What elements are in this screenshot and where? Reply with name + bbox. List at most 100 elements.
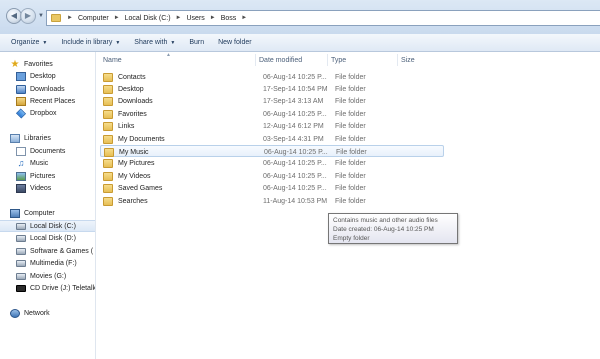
file-name: Downloads — [118, 98, 153, 106]
hard-disk-icon — [16, 259, 26, 267]
file-name: Favorites — [118, 110, 147, 118]
sidebar-item-music[interactable]: ♫ Music — [0, 157, 95, 169]
breadcrumb-item-computer[interactable]: Computer — [75, 15, 112, 22]
file-name-cell[interactable]: My Videos — [100, 170, 256, 182]
include-in-library-button[interactable]: Include in library ▼ — [54, 39, 127, 46]
file-date-modified: 17-Sep-14 3:13 AM — [263, 98, 324, 106]
sidebar-item-label: Local Disk (C:) — [30, 222, 76, 230]
chevron-right-icon[interactable]: ► — [239, 15, 249, 21]
folder-icon — [103, 84, 113, 94]
pictures-icon — [16, 171, 26, 181]
forward-button[interactable]: ▶ — [20, 8, 36, 24]
sidebar-item-movies[interactable]: Movies (G:) — [0, 270, 95, 282]
column-header-type[interactable]: Type — [328, 54, 398, 66]
documents-icon — [16, 146, 26, 156]
sidebar-item-documents[interactable]: Documents — [0, 145, 95, 157]
sidebar-item-pictures[interactable]: Pictures — [0, 170, 95, 182]
file-name: Searches — [118, 197, 148, 205]
tooltip-line-description: Contains music and other audio files — [333, 217, 438, 224]
new-folder-button[interactable]: New folder — [211, 39, 258, 46]
hard-disk-icon — [16, 247, 26, 255]
file-name-cell[interactable]: Desktop — [100, 83, 256, 95]
address-bar-row: ◀ ▶ ▼ ► Computer ► Local Disk (C:) ► Use… — [0, 0, 600, 34]
file-name-cell[interactable]: Contacts — [100, 71, 256, 83]
nav-group-libraries[interactable]: Libraries — [0, 132, 95, 144]
file-name-cell[interactable]: Saved Games — [100, 183, 256, 195]
sidebar-item-local-disk-c[interactable]: Local Disk (C:) — [0, 220, 95, 232]
sidebar-item-downloads[interactable]: Downloads — [0, 83, 95, 95]
chevron-right-icon[interactable]: ► — [112, 15, 122, 21]
chevron-right-icon[interactable]: ► — [65, 15, 75, 21]
sidebar-item-label: Multimedia (F:) — [30, 259, 77, 267]
folder-tooltip: Contains music and other audio files Dat… — [328, 213, 458, 244]
sidebar-item-videos[interactable]: Videos — [0, 182, 95, 194]
file-name: My Videos — [118, 172, 151, 180]
sidebar-item-dropbox[interactable]: Dropbox — [0, 107, 95, 119]
table-row[interactable]: Downloads 17-Sep-14 3:13 AM File folder — [100, 96, 444, 108]
organize-button[interactable]: Organize ▼ — [4, 39, 54, 46]
nav-group-network[interactable]: Network — [0, 307, 95, 319]
sidebar-item-recent-places[interactable]: Recent Places — [0, 95, 95, 107]
library-icon — [10, 133, 20, 143]
sidebar-item-label: Software & Games ( — [30, 247, 94, 255]
table-row[interactable]: Links 12-Aug-14 6:12 PM File folder — [100, 121, 444, 133]
folder-icon — [103, 122, 113, 132]
file-type: File folder — [335, 160, 366, 168]
breadcrumb-item-boss[interactable]: Boss — [218, 15, 240, 22]
nav-group-favorites[interactable]: ★ Favorites — [0, 58, 95, 70]
sidebar-item-multimedia[interactable]: Multimedia (F:) — [0, 257, 95, 269]
file-name: Desktop — [118, 85, 144, 93]
folder-icon — [103, 97, 113, 107]
file-date-modified: 06-Aug-14 10:25 P... — [263, 73, 327, 81]
cd-drive-icon — [16, 284, 26, 292]
file-name-cell[interactable]: My Documents — [100, 133, 256, 145]
file-type: File folder — [335, 172, 366, 180]
sidebar-item-local-disk-d[interactable]: Local Disk (D:) — [0, 232, 95, 244]
folder-icon — [103, 171, 113, 181]
file-name: Saved Games — [118, 185, 163, 193]
back-arrow-icon: ◀ — [10, 11, 18, 20]
file-type: File folder — [335, 123, 366, 131]
navigation-pane: ★ Favorites Desktop Downloads Recent Pla… — [0, 52, 96, 359]
sidebar-item-label: Videos — [30, 184, 52, 192]
chevron-right-icon[interactable]: ► — [208, 15, 218, 21]
table-row[interactable]: Favorites 06-Aug-14 10:25 P... File folder — [100, 108, 444, 120]
table-row[interactable]: Saved Games 06-Aug-14 10:25 P... File fold… — [100, 183, 444, 195]
column-header-date-modified[interactable]: Date modified — [256, 54, 328, 66]
column-header-size[interactable]: Size — [398, 54, 458, 66]
nav-group-computer[interactable]: Computer — [0, 207, 95, 219]
sidebar-item-software-games[interactable]: Software & Games ( — [0, 245, 95, 257]
file-name-cell[interactable]: Links — [100, 121, 256, 133]
chevron-right-icon[interactable]: ► — [174, 15, 184, 21]
folder-icon — [103, 109, 113, 119]
file-name-cell[interactable]: Downloads — [100, 96, 256, 108]
sidebar-item-cd-drive[interactable]: CD Drive (J:) Teletalk — [0, 282, 95, 294]
sidebar-item-label: Documents — [30, 147, 66, 155]
breadcrumb-item-users[interactable]: Users — [184, 15, 208, 22]
breadcrumb[interactable]: ► Computer ► Local Disk (C:) ► Users ► B… — [46, 10, 600, 26]
file-name-cell[interactable]: My Pictures — [100, 158, 256, 170]
file-type: File folder — [336, 148, 367, 156]
share-with-button[interactable]: Share with ▼ — [127, 39, 182, 46]
burn-button[interactable]: Burn — [182, 39, 211, 46]
share-with-label: Share with — [134, 39, 168, 46]
nav-group-label: Network — [24, 309, 50, 317]
column-header-name[interactable]: Name — [100, 54, 256, 66]
file-name-cell[interactable]: My Music — [101, 146, 257, 158]
table-row[interactable]: Searches 11-Aug-14 10:53 PM File folder — [100, 195, 444, 207]
downloads-icon — [16, 84, 26, 94]
table-row[interactable]: My Videos 06-Aug-14 10:25 P... File folder — [100, 170, 444, 182]
file-name-cell[interactable]: Searches — [100, 195, 256, 207]
file-name: My Documents — [118, 135, 165, 143]
tooltip-line-date-created: Date created: 06-Aug-14 10:25 PM — [333, 226, 434, 233]
table-row[interactable]: My Documents 03-Sep-14 4:31 PM File folder — [100, 133, 444, 145]
table-row[interactable]: My Pictures 06-Aug-14 10:25 P... File fold… — [100, 158, 444, 170]
sidebar-item-desktop[interactable]: Desktop — [0, 70, 95, 82]
file-name-cell[interactable]: Favorites — [100, 108, 256, 120]
table-row[interactable]: Contacts 06-Aug-14 10:25 P... File folder — [100, 71, 444, 83]
nav-group-label: Libraries — [24, 134, 51, 142]
table-row[interactable]: My Music 06-Aug-14 10:25 P... File folder — [100, 145, 444, 158]
recent-pages-dropdown[interactable]: ▼ — [38, 13, 44, 19]
table-row[interactable]: Desktop 17-Sep-14 10:54 PM File folder — [100, 83, 444, 95]
breadcrumb-item-local-disk-c[interactable]: Local Disk (C:) — [122, 15, 174, 22]
